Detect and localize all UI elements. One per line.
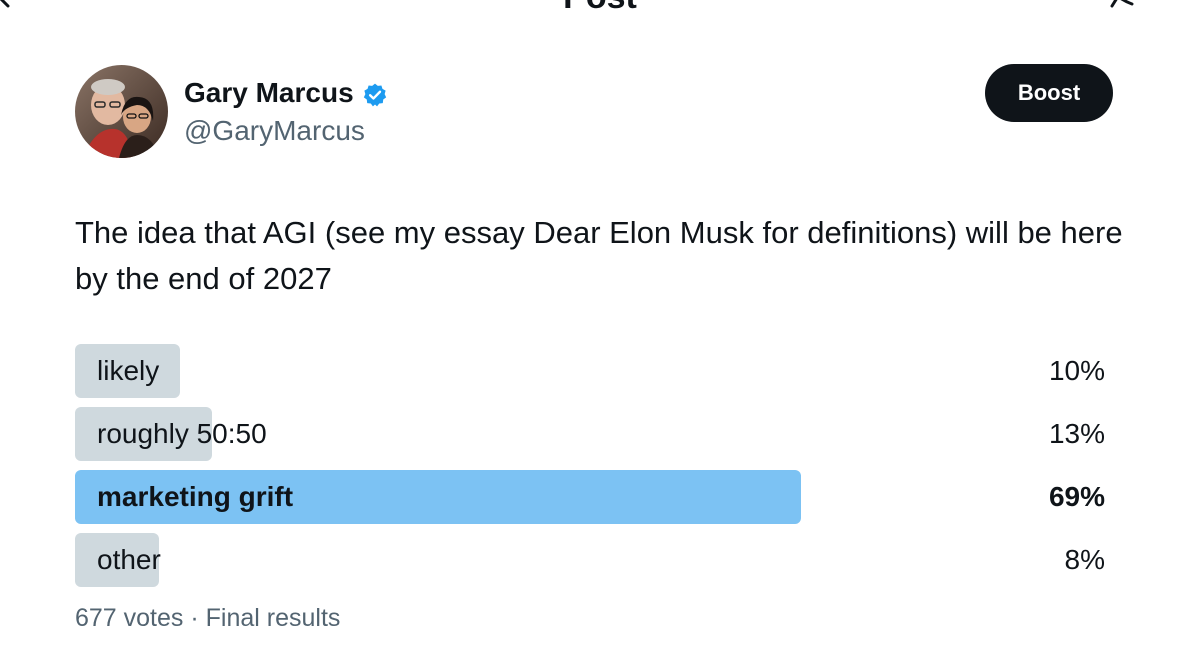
poll-separator: ·	[190, 604, 199, 632]
grok-icon[interactable]	[1102, 0, 1138, 12]
page-title: Post	[0, 0, 1200, 14]
poll-summary: 677 votes · Final results	[75, 600, 340, 636]
boost-button[interactable]: Boost	[985, 64, 1113, 122]
avatar[interactable]	[75, 65, 168, 158]
verified-badge-icon	[362, 80, 388, 107]
poll-option-label: roughly 50:50	[97, 418, 267, 449]
poll-option-label: marketing grift	[97, 481, 294, 512]
poll-option-label: likely	[97, 355, 160, 386]
poll-option-percent: 10%	[1048, 355, 1105, 386]
author-handle[interactable]: @GaryMarcus	[184, 112, 365, 150]
poll-option-percent: 8%	[1064, 544, 1105, 575]
poll-option-percent: 69%	[1048, 481, 1105, 512]
author-name[interactable]: Gary Marcus	[184, 74, 354, 112]
poll-option-marketing-grift: marketing grift 69%	[75, 470, 1105, 524]
poll-status: Final results	[205, 604, 341, 632]
poll-option-likely: likely 10%	[75, 344, 1105, 398]
poll-vote-count: 677 votes	[75, 604, 184, 632]
top-nav-bar: Post	[0, 0, 1200, 20]
poll-option-label: other	[97, 544, 161, 575]
poll-option-roughly-50-50: roughly 50:50 13%	[75, 407, 1105, 461]
poll-option-percent: 13%	[1048, 418, 1105, 449]
author-name-row[interactable]: Gary Marcus	[184, 74, 388, 112]
poll: likely 10% roughly 50:50 13% marketing g…	[75, 344, 1105, 596]
poll-option-other: other 8%	[75, 533, 1105, 587]
post-text: The idea that AGI (see my essay Dear Elo…	[75, 215, 1123, 296]
